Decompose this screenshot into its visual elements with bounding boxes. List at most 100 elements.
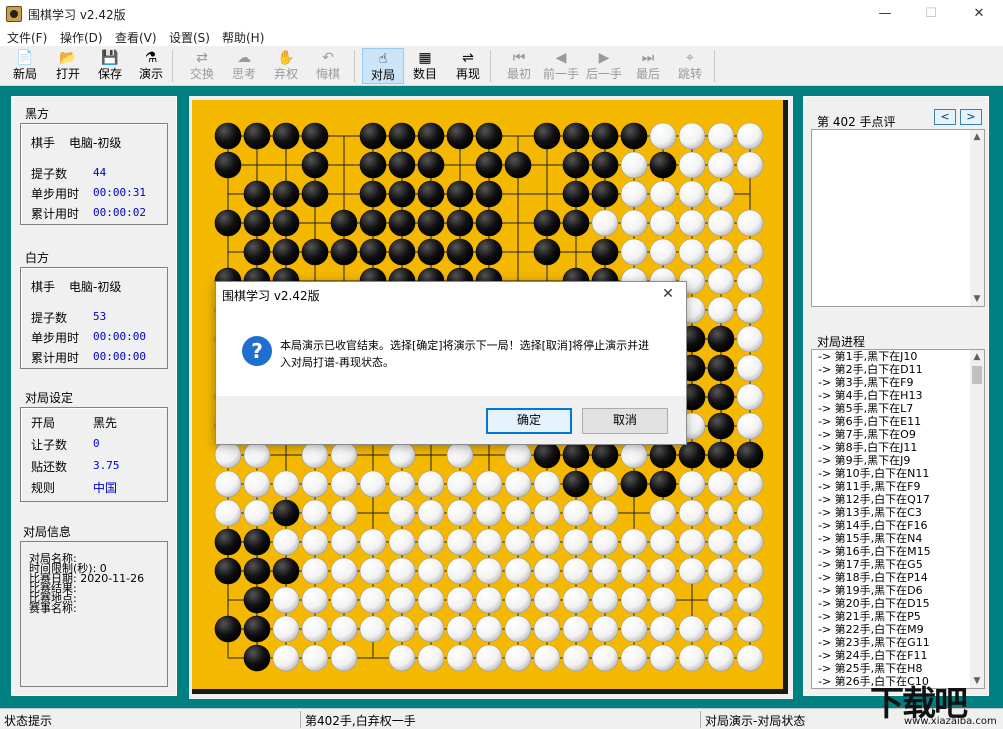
toolbar-button-10[interactable]: ⇌ 再现 <box>447 48 489 84</box>
move-list-item[interactable]: -> 第22手,白下在M9 <box>812 623 984 636</box>
toolbar-button-3[interactable]: ⚗ 演示 <box>130 48 172 84</box>
move-list-item[interactable]: -> 第13手,黑下在C3 <box>812 506 984 519</box>
play-hand-icon: ☝ <box>378 51 388 67</box>
prev-comment-button[interactable]: < <box>934 109 956 125</box>
maximize-button[interactable]: ☐ <box>908 0 954 28</box>
white-stone <box>446 528 474 556</box>
white-stone <box>301 470 329 498</box>
toolbar-button-0[interactable]: 📄 新局 <box>4 48 46 84</box>
white-stone <box>649 557 677 585</box>
toolbar-button-8[interactable]: ☝ 对局 <box>362 48 404 84</box>
toolbar-button-11[interactable]: ⏮ 最初 <box>498 48 540 84</box>
black-stone <box>388 122 416 150</box>
move-list-item[interactable]: -> 第17手,黑下在G5 <box>812 558 984 571</box>
prev-move-icon: ◀ <box>555 50 567 66</box>
black-total-time-value: 00:00:02 <box>93 206 146 219</box>
move-list-item[interactable]: -> 第23手,黑下在G11 <box>812 636 984 649</box>
white-captures-label: 提子数 <box>31 311 68 325</box>
move-list-item[interactable]: -> 第14手,白下在F16 <box>812 519 984 532</box>
black-total-time-label: 累计用时 <box>31 207 80 221</box>
black-stone <box>533 209 561 237</box>
scroll-thumb[interactable] <box>972 366 982 384</box>
next-comment-button[interactable]: > <box>960 109 982 125</box>
move-list-item[interactable]: -> 第19手,黑下在D6 <box>812 584 984 597</box>
toolbar-button-6[interactable]: ✋ 弃权 <box>265 48 307 84</box>
white-stone <box>678 151 706 179</box>
move-list-item[interactable]: -> 第15手,黑下在N4 <box>812 532 984 545</box>
black-stone <box>243 615 271 643</box>
move-list-item[interactable]: -> 第25手,黑下在H8 <box>812 662 984 675</box>
menu-file[interactable]: 文件(F) <box>7 29 47 46</box>
move-list-item[interactable]: -> 第1手,黑下在J10 <box>812 350 984 363</box>
white-stone <box>591 586 619 614</box>
toolbar-button-label: 后一手 <box>585 67 622 81</box>
toolbar-button-1[interactable]: 📂 打开 <box>47 48 89 84</box>
black-stone <box>243 528 271 556</box>
toolbar-button-2[interactable]: 💾 保存 <box>89 48 131 84</box>
toolbar-button-9[interactable]: ▦ 数目 <box>404 48 446 84</box>
close-button[interactable]: ✕ <box>956 0 1002 28</box>
move-list-item[interactable]: -> 第5手,黑下在L7 <box>812 402 984 415</box>
move-list-item[interactable]: -> 第21手,黑下在P5 <box>812 610 984 623</box>
black-stone <box>214 528 242 556</box>
black-stone <box>620 470 648 498</box>
white-stone <box>649 499 677 527</box>
toolbar: 📄 新局 📂 打开 💾 保存 ⚗ 演示 ⇄ 交换 ☁ 思考 ✋ 弃权 ↶ 悔棋 ☝ 对局 ▦ 数目 ⇌ 再现 ⏮ 最初 ◀ 前一手… <box>0 46 1003 86</box>
black-stone <box>272 209 300 237</box>
handicap-label: 让子数 <box>31 438 68 452</box>
move-list-item[interactable]: -> 第8手,白下在J11 <box>812 441 984 454</box>
move-list-item[interactable]: -> 第24手,白下在F11 <box>812 649 984 662</box>
toolbar-button-5[interactable]: ☁ 思考 <box>223 48 265 84</box>
move-list[interactable]: -> 第1手,黑下在J10 -> 第2手,白下在D11 -> 第3手,黑下在F9 ->… <box>811 349 985 689</box>
move-list-item[interactable]: -> 第18手,白下在P14 <box>812 571 984 584</box>
pass-icon: ✋ <box>277 50 295 66</box>
scroll-up-icon[interactable]: ▲ <box>970 130 984 144</box>
black-stone <box>388 151 416 179</box>
comment-scrollbar[interactable]: ▲ ▼ <box>970 130 984 306</box>
cancel-button[interactable]: 取消 <box>582 408 668 434</box>
menu-view[interactable]: 查看(V) <box>115 29 157 46</box>
black-stone <box>475 122 503 150</box>
white-stone <box>620 557 648 585</box>
move-list-item[interactable]: -> 第20手,白下在D15 <box>812 597 984 610</box>
toolbar-button-label: 新局 <box>12 67 37 81</box>
toolbar-button-12[interactable]: ◀ 前一手 <box>540 48 582 84</box>
white-stone <box>707 528 735 556</box>
toolbar-button-14[interactable]: ⏭ 最后 <box>627 48 669 84</box>
move-list-item[interactable]: -> 第10手,白下在N11 <box>812 467 984 480</box>
black-stone <box>417 209 445 237</box>
move-list-item[interactable]: -> 第16手,白下在M15 <box>812 545 984 558</box>
toolbar-button-7[interactable]: ↶ 悔棋 <box>307 48 349 84</box>
scroll-down-icon[interactable]: ▼ <box>970 292 984 306</box>
white-stone <box>707 615 735 643</box>
white-stone <box>272 586 300 614</box>
replay-icon: ⇌ <box>462 50 474 66</box>
move-list-item[interactable]: -> 第6手,白下在E11 <box>812 415 984 428</box>
white-stone <box>446 586 474 614</box>
black-stone <box>417 238 445 266</box>
menu-settings[interactable]: 设置(S) <box>169 29 210 46</box>
move-list-scrollbar[interactable]: ▲ ▼ <box>970 350 984 688</box>
menu-operate[interactable]: 操作(D) <box>60 29 103 46</box>
minimize-button[interactable]: — <box>862 0 908 28</box>
scroll-up-icon[interactable]: ▲ <box>970 350 984 364</box>
move-list-item[interactable]: -> 第7手,黑下在O9 <box>812 428 984 441</box>
move-list-item[interactable]: -> 第11手,黑下在F9 <box>812 480 984 493</box>
move-list-item[interactable]: -> 第9手,黑下在J9 <box>812 454 984 467</box>
toolbar-button-4[interactable]: ⇄ 交换 <box>181 48 223 84</box>
move-comment-textbox[interactable]: ▲ ▼ <box>811 129 985 307</box>
move-list-item[interactable]: -> 第3手,黑下在F9 <box>812 376 984 389</box>
ok-button[interactable]: 确定 <box>486 408 572 434</box>
dialog-close-icon[interactable]: ✕ <box>658 284 678 304</box>
menu-help[interactable]: 帮助(H) <box>222 29 264 46</box>
white-stone <box>533 499 561 527</box>
black-stone <box>214 209 242 237</box>
move-list-item[interactable]: -> 第2手,白下在D11 <box>812 363 984 376</box>
toolbar-button-13[interactable]: ▶ 后一手 <box>583 48 625 84</box>
move-list-item[interactable]: -> 第4手,白下在H13 <box>812 389 984 402</box>
toolbar-button-15[interactable]: ⌖ 跳转 <box>669 48 711 84</box>
black-stone <box>736 441 764 469</box>
move-list-item[interactable]: -> 第12手,白下在Q17 <box>812 493 984 506</box>
white-stone <box>707 267 735 295</box>
black-stone <box>562 180 590 208</box>
